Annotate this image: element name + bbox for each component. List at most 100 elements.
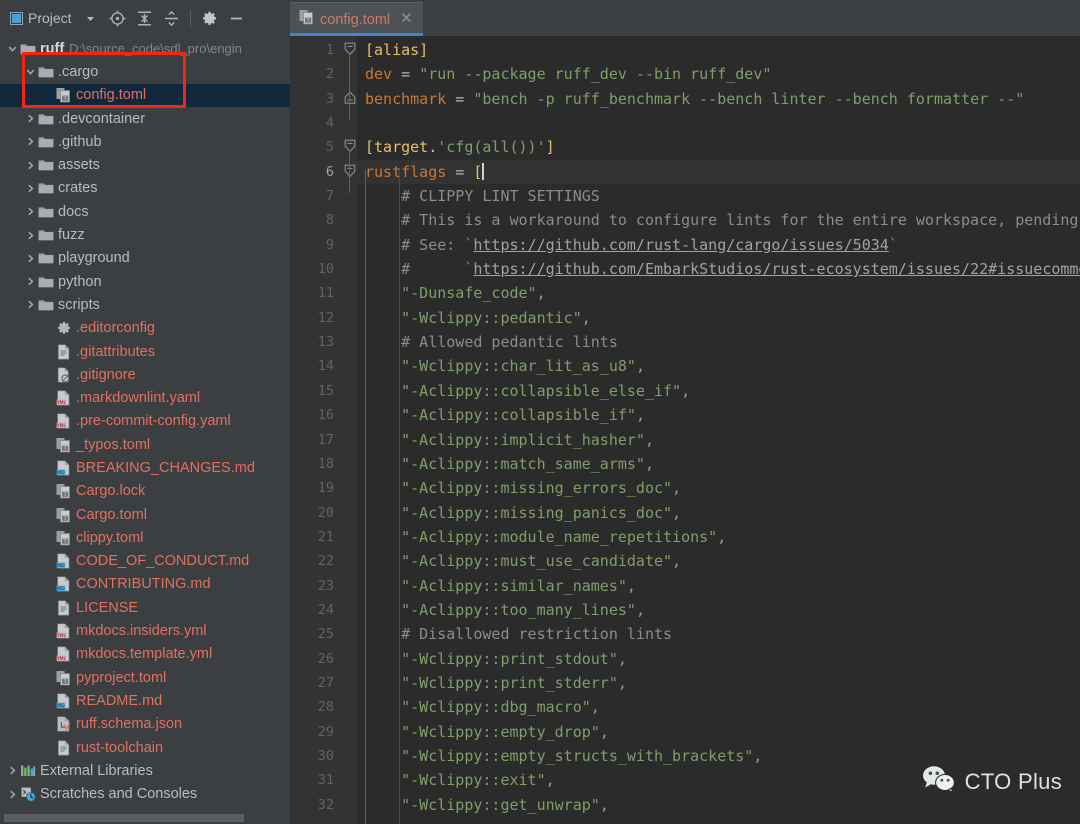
tree-row[interactable]: MD CONTRIBUTING.md xyxy=(0,573,290,596)
expand-all-icon[interactable] xyxy=(132,5,157,31)
chevron-right-icon[interactable] xyxy=(24,230,37,241)
code-line[interactable]: "-Aclippy::match_same_arms", xyxy=(357,452,1080,476)
tree-row[interactable]: MD BREAKING_CHANGES.md xyxy=(0,456,290,479)
fold-marker-icon[interactable] xyxy=(343,160,357,184)
code-line[interactable]: "-Wclippy::char_lit_as_u8", xyxy=(357,354,1080,378)
collapse-all-icon[interactable] xyxy=(159,5,184,31)
tree-row[interactable]: rust-toolchain xyxy=(0,736,290,759)
tree-row[interactable]: crates xyxy=(0,177,290,200)
tree-row[interactable]: T Cargo.lock xyxy=(0,480,290,503)
tree-row[interactable]: docs xyxy=(0,200,290,223)
tree-row[interactable]: fuzz xyxy=(0,223,290,246)
chevron-right-icon[interactable] xyxy=(6,765,19,776)
code-line[interactable]: benchmark = "bench -p ruff_benchmark --b… xyxy=(357,87,1080,111)
tree-row[interactable]: python xyxy=(0,270,290,293)
chevron-right-icon[interactable] xyxy=(24,113,37,124)
tree-row[interactable]: YML mkdocs.template.yml xyxy=(0,643,290,666)
tree-row[interactable]: .editorconfig xyxy=(0,317,290,340)
select-opened-file-icon[interactable] xyxy=(105,5,130,31)
code-line[interactable] xyxy=(357,111,1080,135)
tree-row[interactable]: ruff.schema.json xyxy=(0,713,290,736)
code-line[interactable]: rustflags = [ xyxy=(357,159,1080,185)
chevron-right-icon[interactable] xyxy=(6,789,19,800)
code-line[interactable]: "-Aclippy::must_use_candidate", xyxy=(357,549,1080,573)
code-line[interactable]: # This is a workaround to configure lint… xyxy=(357,208,1080,232)
code-line[interactable]: [alias] xyxy=(357,38,1080,62)
fold-marker-icon[interactable] xyxy=(343,87,357,111)
line-number-gutter: 1 2 3 4 5 6 7 8 9 10 11 12 13 14 15 16 17 18 19 20 21 22 23 24 2… xyxy=(290,36,343,824)
code-token-key: dev xyxy=(365,65,393,84)
code-line[interactable]: # CLIPPY LINT SETTINGS xyxy=(357,184,1080,208)
tab-config-toml[interactable]: T config.toml ✕ xyxy=(290,2,423,36)
tree-row[interactable]: T Cargo.toml xyxy=(0,503,290,526)
tree-row[interactable]: ruff D:\source_code\sdl_pro\engin xyxy=(0,37,290,60)
tree-row[interactable]: .gitignore xyxy=(0,363,290,386)
chevron-right-icon[interactable] xyxy=(24,206,37,217)
code-line[interactable]: [target.'cfg(all())'] xyxy=(357,135,1080,159)
hide-icon[interactable] xyxy=(224,5,249,31)
horizontal-scrollbar[interactable] xyxy=(0,811,290,824)
chevron-right-icon[interactable] xyxy=(24,253,37,264)
code-line[interactable]: "-Wclippy::print_stderr", xyxy=(357,671,1080,695)
chevron-right-icon[interactable] xyxy=(24,299,37,310)
tree-row[interactable]: External Libraries xyxy=(0,759,290,782)
toml-file-icon: T xyxy=(55,87,72,103)
line-number: 12 xyxy=(317,309,334,326)
code-line[interactable]: "-Wclippy::dbg_macro", xyxy=(357,695,1080,719)
tree-row[interactable]: scripts xyxy=(0,293,290,316)
tree-row[interactable]: Tconfig.toml xyxy=(0,83,290,107)
code-line[interactable]: # Disallowed restriction lints xyxy=(357,622,1080,646)
code-line[interactable]: "-Aclippy::module_name_repetitions", xyxy=(357,525,1080,549)
tree-row[interactable]: playground xyxy=(0,247,290,270)
chevron-right-icon[interactable] xyxy=(24,160,37,171)
tree-row[interactable]: .gitattributes xyxy=(0,340,290,363)
code-line[interactable]: # `https://github.com/EmbarkStudios/rust… xyxy=(357,257,1080,281)
code-line[interactable]: "-Aclippy::implicit_hasher", xyxy=(357,428,1080,452)
code-line[interactable]: # Allowed pedantic lints xyxy=(357,330,1080,354)
chevron-right-icon[interactable] xyxy=(24,276,37,287)
code-line[interactable]: dev = "run --package ruff_dev --bin ruff… xyxy=(357,62,1080,86)
tree-row[interactable]: LICENSE xyxy=(0,596,290,619)
tree-row-label: pyproject.toml xyxy=(76,669,167,686)
fold-marker-gutter[interactable] xyxy=(343,36,357,824)
tree-row[interactable]: YML mkdocs.insiders.yml xyxy=(0,619,290,642)
code-line[interactable]: "-Aclippy::collapsible_else_if", xyxy=(357,379,1080,403)
tree-row[interactable]: Tclippy.toml xyxy=(0,526,290,549)
code-line[interactable]: "-Dunsafe_code", xyxy=(357,281,1080,305)
tree-row[interactable]: T _typos.toml xyxy=(0,433,290,456)
tree-row[interactable]: .devcontainer xyxy=(0,107,290,130)
code-line[interactable]: "-Aclippy::missing_errors_doc", xyxy=(357,476,1080,500)
tree-row[interactable]: YML .pre-commit-config.yaml xyxy=(0,410,290,433)
tree-row[interactable]: .github xyxy=(0,130,290,153)
tree-row[interactable]: Tpyproject.toml xyxy=(0,666,290,689)
project-view-button[interactable]: Project xyxy=(6,8,76,28)
scrollbar-thumb[interactable] xyxy=(4,814,244,822)
code-line[interactable]: "-Aclippy::similar_names", xyxy=(357,574,1080,598)
tree-row[interactable]: assets xyxy=(0,153,290,176)
code-line[interactable]: "-Wclippy::empty_drop", xyxy=(357,720,1080,744)
code-line[interactable]: "-Wclippy::pedantic", xyxy=(357,306,1080,330)
chevron-down-icon[interactable] xyxy=(78,5,103,31)
code-token-link[interactable]: https://github.com/EmbarkStudios/rust-ec… xyxy=(473,260,1080,278)
fold-marker-icon[interactable] xyxy=(343,38,357,62)
fold-marker-icon[interactable] xyxy=(343,135,357,159)
chevron-down-icon[interactable] xyxy=(24,66,37,77)
project-tree[interactable]: ruff D:\source_code\sdl_pro\engin .cargo … xyxy=(0,36,290,811)
code-content[interactable]: [alias] dev = "run --package ruff_dev --b… xyxy=(357,36,1080,824)
code-line[interactable]: "-Aclippy::collapsible_if", xyxy=(357,403,1080,427)
tree-row[interactable]: Scratches and Consoles xyxy=(0,783,290,806)
chevron-right-icon[interactable] xyxy=(24,183,37,194)
code-line[interactable]: "-Aclippy::too_many_lines", xyxy=(357,598,1080,622)
close-icon[interactable]: ✕ xyxy=(396,11,415,28)
tree-row[interactable]: .cargo xyxy=(0,60,290,83)
code-token-link[interactable]: https://github.com/rust-lang/cargo/issue… xyxy=(473,236,888,254)
code-line[interactable]: # See: `https://github.com/rust-lang/car… xyxy=(357,233,1080,257)
tree-row[interactable]: YML .markdownlint.yaml xyxy=(0,386,290,409)
code-line[interactable]: "-Wclippy::print_stdout", xyxy=(357,647,1080,671)
code-line[interactable]: "-Aclippy::missing_panics_doc", xyxy=(357,501,1080,525)
settings-gear-icon[interactable] xyxy=(197,5,222,31)
chevron-down-icon[interactable] xyxy=(6,43,19,54)
tree-row[interactable]: MD CODE_OF_CONDUCT.md xyxy=(0,550,290,573)
chevron-right-icon[interactable] xyxy=(24,136,37,147)
tree-row[interactable]: MD README.md xyxy=(0,689,290,712)
